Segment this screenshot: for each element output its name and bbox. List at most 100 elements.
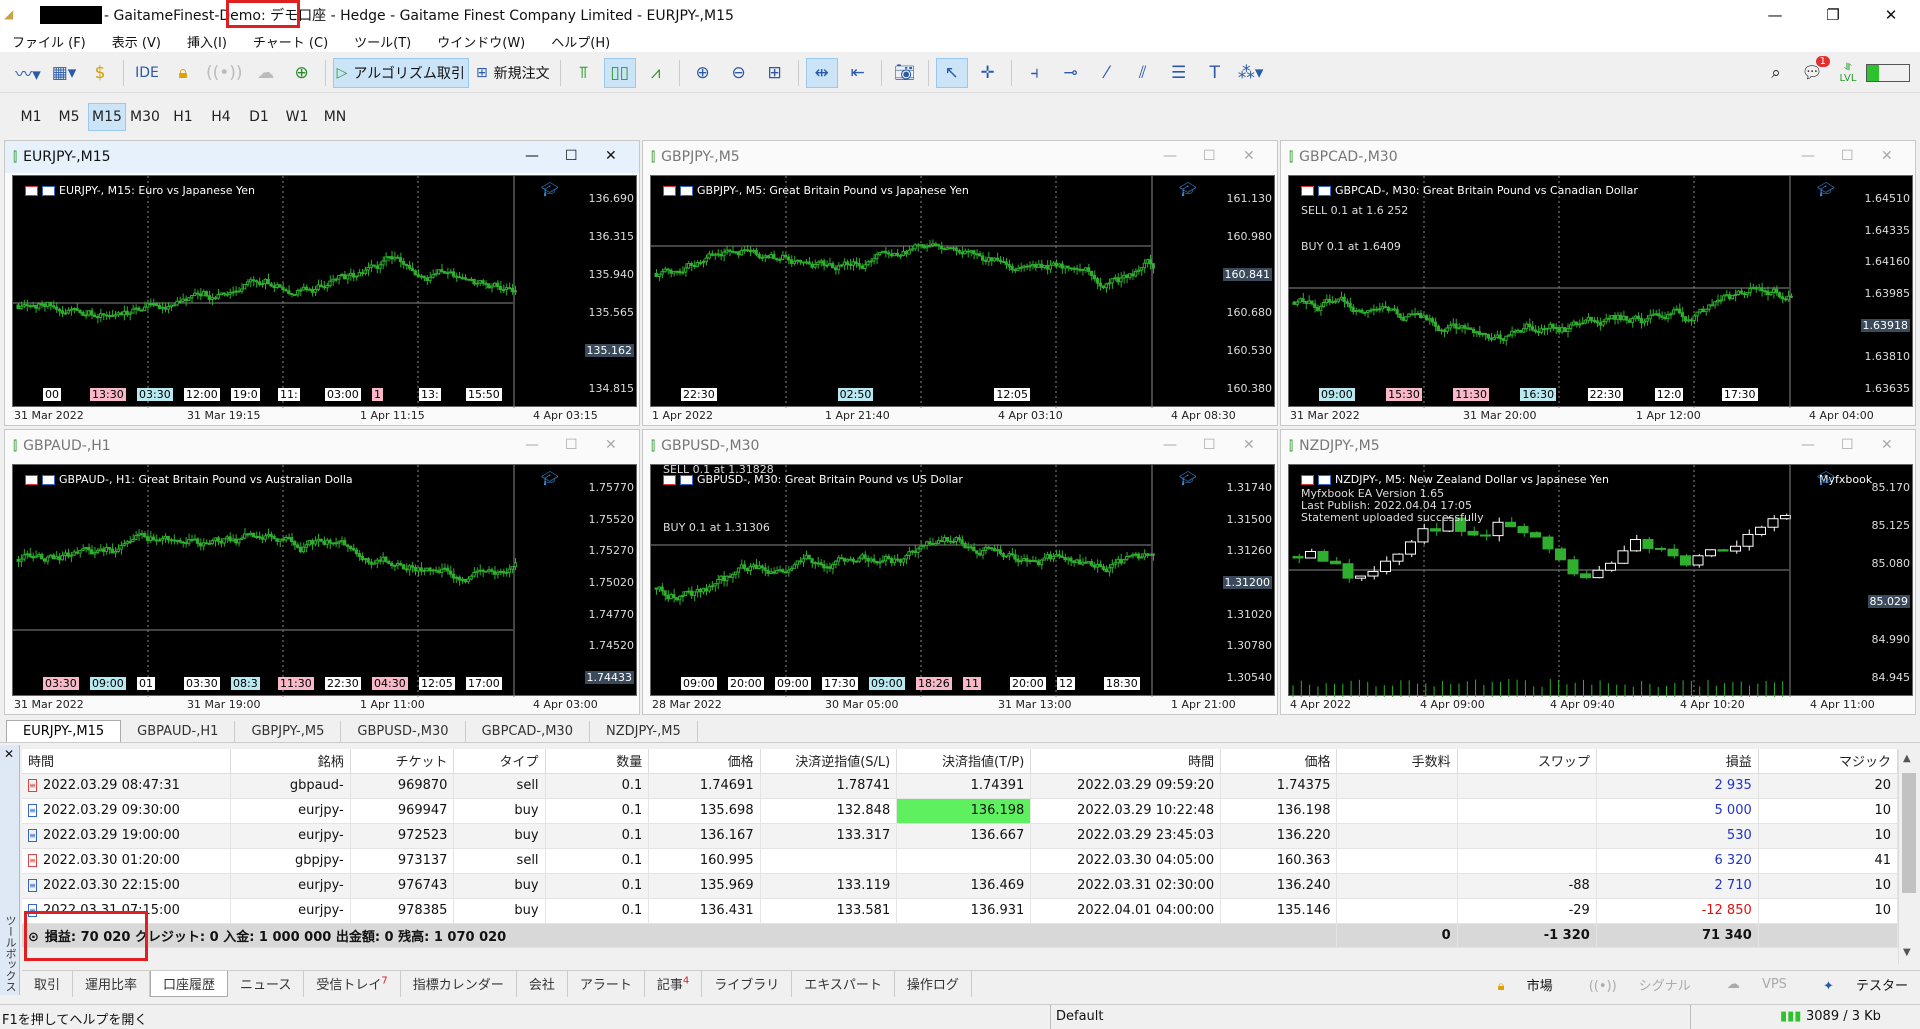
column-header[interactable]: 価格 (1220, 749, 1338, 774)
signal-icon[interactable]: ((•)) (203, 58, 246, 88)
menu-insert[interactable]: 挿入(I) (187, 32, 227, 51)
trendline-icon[interactable]: ⁄ (1091, 58, 1123, 88)
chart-window-header[interactable]: ⫿ GBPJPY-,M5 (643, 141, 1277, 173)
chart-minimize-icon[interactable]: — (1163, 148, 1177, 164)
ide-button[interactable]: IDE (131, 58, 163, 88)
table-row[interactable]: ≡ 2022.03.30 22:15:00 eurjpy- 976743 buy 0.1 1… (22, 873, 1899, 899)
column-header[interactable]: 価格 (648, 749, 761, 774)
zoom-out-icon[interactable]: ⊖ (723, 58, 755, 88)
auto-scroll-icon[interactable]: ⇹ (805, 57, 838, 88)
bar-chart-icon[interactable]: ⫪ (568, 58, 600, 88)
chart-plot[interactable]: EURJPY-, M15: Euro vs Japanese Yen 🎓︎ 136.… (12, 175, 637, 408)
table-scrollbar[interactable]: ▲ ▼ (1898, 749, 1918, 964)
chart-maximize-icon[interactable]: ☐ (1203, 148, 1216, 164)
signals-tab[interactable]: ((•)) シグナル (1571, 975, 1691, 994)
horizontal-line-icon[interactable]: ⊸ (1055, 58, 1087, 88)
chart-maximize-icon[interactable]: ☐ (565, 148, 578, 164)
chart-plot[interactable]: GBPUSD-, M30: Great Britain Pound vs US … (650, 463, 1275, 697)
menu-tools[interactable]: ツール(T) (354, 32, 411, 51)
chart-close-icon[interactable]: ✕ (605, 437, 617, 453)
chart-shift-icon[interactable]: ⇤ (842, 58, 874, 88)
lock-icon[interactable]: 🔒︎ (167, 58, 199, 88)
cloud-icon[interactable]: ☁ (250, 58, 282, 88)
column-header[interactable]: 決済指値(T/P) (896, 749, 1032, 774)
chart-window-header[interactable]: ⫿ NZDJPY-,M5 (1281, 430, 1915, 462)
maximize-button[interactable]: ❐ (1804, 0, 1862, 30)
toolbox-tab[interactable]: 運用比率 (73, 970, 151, 997)
chart-maximize-icon[interactable]: ☐ (1841, 148, 1854, 164)
chart-window-header[interactable]: ⫿ GBPAUD-,H1 (5, 430, 639, 462)
chart-maximize-icon[interactable]: ☐ (1203, 437, 1216, 453)
chart-window[interactable]: ⫿ GBPJPY-,M5 — ☐ ✕ GBPJPY-, M5: Great Britain… (642, 140, 1278, 426)
chart-tab-gbpusd[interactable]: GBPUSD-,M30 (341, 721, 466, 742)
toolbox-tab[interactable]: ニュース (228, 970, 305, 997)
tf-m15-active[interactable]: M15 (88, 103, 126, 131)
column-header[interactable]: タイプ (453, 749, 546, 774)
chart-window-header[interactable]: ⫿ EURJPY-,M15 (5, 141, 639, 173)
dollar-icon[interactable]: $ (84, 58, 116, 88)
vps-tab[interactable]: ☁ VPS (1709, 977, 1787, 992)
column-header[interactable]: マジック (1758, 749, 1899, 774)
shapes-icon[interactable]: ⁂▾ (1235, 58, 1267, 88)
chart-close-icon[interactable]: ✕ (605, 148, 617, 164)
column-header[interactable]: 決済逆指値(S/L) (760, 749, 898, 774)
vertical-line-icon[interactable]: ⫞ (1019, 58, 1051, 88)
chart-maximize-icon[interactable]: ☐ (565, 437, 578, 453)
tf-d1[interactable]: D1 (240, 103, 278, 131)
column-header[interactable]: チケット (350, 749, 455, 774)
chart-minimize-icon[interactable]: — (1801, 437, 1815, 453)
chart-close-icon[interactable]: ✕ (1881, 148, 1893, 164)
notifications-icon[interactable]: 💬︎ 1 (1796, 55, 1830, 88)
fibonacci-icon[interactable]: ☰ (1163, 58, 1195, 88)
menu-window[interactable]: ウインドウ(W) (437, 32, 525, 51)
chart-minimize-icon[interactable]: — (1163, 437, 1177, 453)
toolbox-tab[interactable]: エキスパート (792, 970, 895, 997)
tf-w1[interactable]: W1 (278, 103, 316, 131)
chart-minimize-icon[interactable]: — (1801, 148, 1815, 164)
toolbox-tab[interactable]: 会社 (517, 970, 568, 997)
chart-close-icon[interactable]: ✕ (1243, 437, 1255, 453)
chart-window-header[interactable]: ⫿ GBPUSD-,M30 (643, 430, 1277, 462)
chart-window-header[interactable]: ⫿ GBPCAD-,M30 (1281, 141, 1915, 173)
scroll-thumb[interactable] (1902, 773, 1916, 893)
zoom-in-icon[interactable]: ⊕ (687, 58, 719, 88)
chart-tab-gbpjpy[interactable]: GBPJPY-,M5 (235, 721, 342, 742)
toolbox-tab[interactable]: 取引 (22, 970, 74, 997)
chart-tab-gbpcad[interactable]: GBPCAD-,M30 (466, 721, 590, 742)
chart-window[interactable]: ⫿ NZDJPY-,M5 — ☐ ✕ NZDJPY-, M5: New Zealand D… (1280, 429, 1916, 715)
market-tab[interactable]: 🔒︎ 市場 (1480, 975, 1553, 994)
tf-m1[interactable]: M1 (12, 103, 50, 131)
toolbox-tab[interactable]: 受信トレイ7 (304, 970, 401, 997)
chart-window[interactable]: ⫿ GBPAUD-,H1 — ☐ ✕ GBPAUD-, H1: Great Britain… (4, 429, 640, 715)
new-order-button[interactable]: ⊞ 新規注文 (473, 58, 553, 88)
status-profile[interactable]: Default (1056, 1009, 1104, 1024)
chart-plot[interactable]: GBPAUD-, H1: Great Britain Pound vs Aust… (12, 464, 637, 697)
toolbox-tab[interactable]: アラート (568, 970, 645, 997)
chart-plot[interactable]: GBPJPY-, M5: Great Britain Pound vs Japa… (650, 175, 1275, 408)
toolbox-tab[interactable]: 指標カレンダー (401, 970, 517, 997)
menu-help[interactable]: ヘルプ(H) (551, 32, 610, 51)
column-header[interactable]: 数量 (545, 749, 650, 774)
new-chart-icon[interactable]: ▦▾ (48, 58, 80, 88)
chart-close-icon[interactable]: ✕ (1881, 437, 1893, 453)
table-row[interactable]: ≡ 2022.03.29 09:30:00 eurjpy- 969947 buy 0.1 1… (22, 798, 1899, 824)
toolbox-tab[interactable]: 口座履歴 (150, 970, 229, 997)
close-toolbox-icon[interactable]: ✕ (4, 747, 14, 761)
toolbox-tab[interactable]: ライブラリ (702, 970, 793, 997)
toolbox-tab[interactable]: 操作ログ (895, 970, 972, 997)
menu-chart[interactable]: チャート (C) (253, 32, 328, 51)
chart-minimize-icon[interactable]: — (525, 148, 539, 164)
chart-maximize-icon[interactable]: ☐ (1841, 437, 1854, 453)
chart-window[interactable]: ⫿ EURJPY-,M15 — ☐ ✕ EURJPY-, M15: Euro vs Jap… (4, 140, 640, 426)
chart-tab-gbpaud[interactable]: GBPAUD-,H1 (121, 721, 236, 742)
crosshair-icon[interactable]: ✛ (972, 58, 1004, 88)
tester-tab[interactable]: ✦ テスター (1805, 975, 1908, 994)
chart-window[interactable]: ⫿ GBPCAD-,M30 — ☐ ✕ GBPCAD-, M30: Great Brita… (1280, 140, 1916, 426)
menu-view[interactable]: 表示 (V) (112, 32, 161, 51)
tile-windows-icon[interactable]: ⊞ (759, 58, 791, 88)
screenshot-icon[interactable]: 📷︎ (889, 58, 921, 88)
toolbox-tab[interactable]: 記事4 (645, 970, 703, 997)
chart-type-icon[interactable]: 〰▾ (12, 58, 44, 88)
chart-plot[interactable]: GBPCAD-, M30: Great Britain Pound vs Can… (1288, 175, 1913, 408)
chart-tab-eurjpy[interactable]: EURJPY-,M15 (6, 720, 122, 742)
